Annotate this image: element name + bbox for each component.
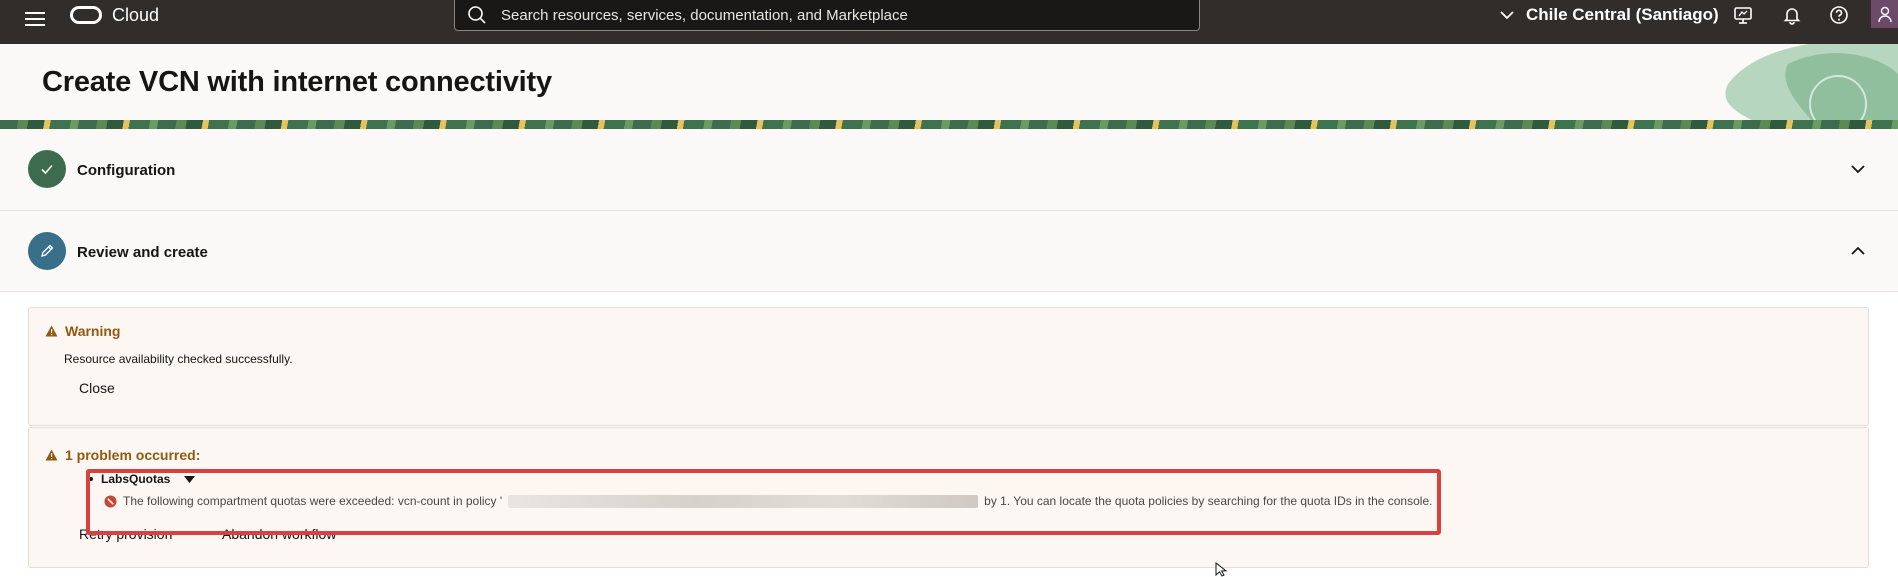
brand-label: Cloud bbox=[112, 4, 160, 25]
oracle-logo-icon bbox=[70, 6, 102, 24]
problem-title: 1 problem occurred: bbox=[65, 447, 201, 463]
search-input[interactable] bbox=[501, 6, 1161, 24]
check-icon bbox=[28, 150, 66, 188]
step-label-review: Review and create bbox=[77, 244, 208, 261]
header-decoration bbox=[1725, 44, 1898, 128]
search-icon bbox=[468, 6, 486, 24]
step-review-and-create[interactable]: Review and create bbox=[0, 211, 1898, 292]
page-title: Create VCN with internet connectivity bbox=[42, 66, 552, 98]
warning-triangle-icon bbox=[45, 325, 58, 337]
global-search[interactable] bbox=[454, 0, 1200, 31]
warning-heading: Warning bbox=[45, 323, 120, 339]
chevron-down-icon[interactable] bbox=[1850, 161, 1866, 177]
page-header: Create VCN with internet connectivity bbox=[0, 44, 1898, 128]
close-button[interactable]: Close bbox=[79, 380, 115, 396]
chevron-down-icon bbox=[1500, 11, 1514, 20]
header-pattern-band bbox=[0, 120, 1898, 129]
warning-panel: Warning Resource availability checked su… bbox=[28, 307, 1869, 426]
mouse-cursor-icon bbox=[1215, 562, 1228, 577]
region-selector[interactable]: Chile Central (Santiago) bbox=[1500, 4, 1719, 26]
help-icon[interactable] bbox=[1828, 4, 1850, 26]
hamburger-icon[interactable] bbox=[22, 6, 48, 32]
oracle-cloud-logo[interactable]: Cloud bbox=[70, 2, 200, 28]
bell-icon[interactable] bbox=[1781, 4, 1803, 26]
problem-heading: 1 problem occurred: bbox=[45, 447, 200, 463]
error-highlight-box bbox=[86, 469, 1441, 535]
user-icon[interactable] bbox=[1871, 0, 1898, 28]
step-label-configuration: Configuration bbox=[77, 162, 176, 179]
warning-message: Resource availability checked successful… bbox=[64, 352, 293, 366]
top-navigation-bar: Cloud Chile Central (Santiago) bbox=[0, 0, 1898, 44]
chevron-up-icon[interactable] bbox=[1850, 243, 1866, 259]
warning-triangle-icon bbox=[45, 449, 58, 461]
region-label: Chile Central (Santiago) bbox=[1526, 5, 1719, 24]
monitor-icon[interactable] bbox=[1732, 4, 1754, 26]
step-configuration[interactable]: Configuration bbox=[0, 129, 1898, 211]
warning-title: Warning bbox=[65, 323, 121, 339]
pencil-icon bbox=[28, 232, 66, 270]
